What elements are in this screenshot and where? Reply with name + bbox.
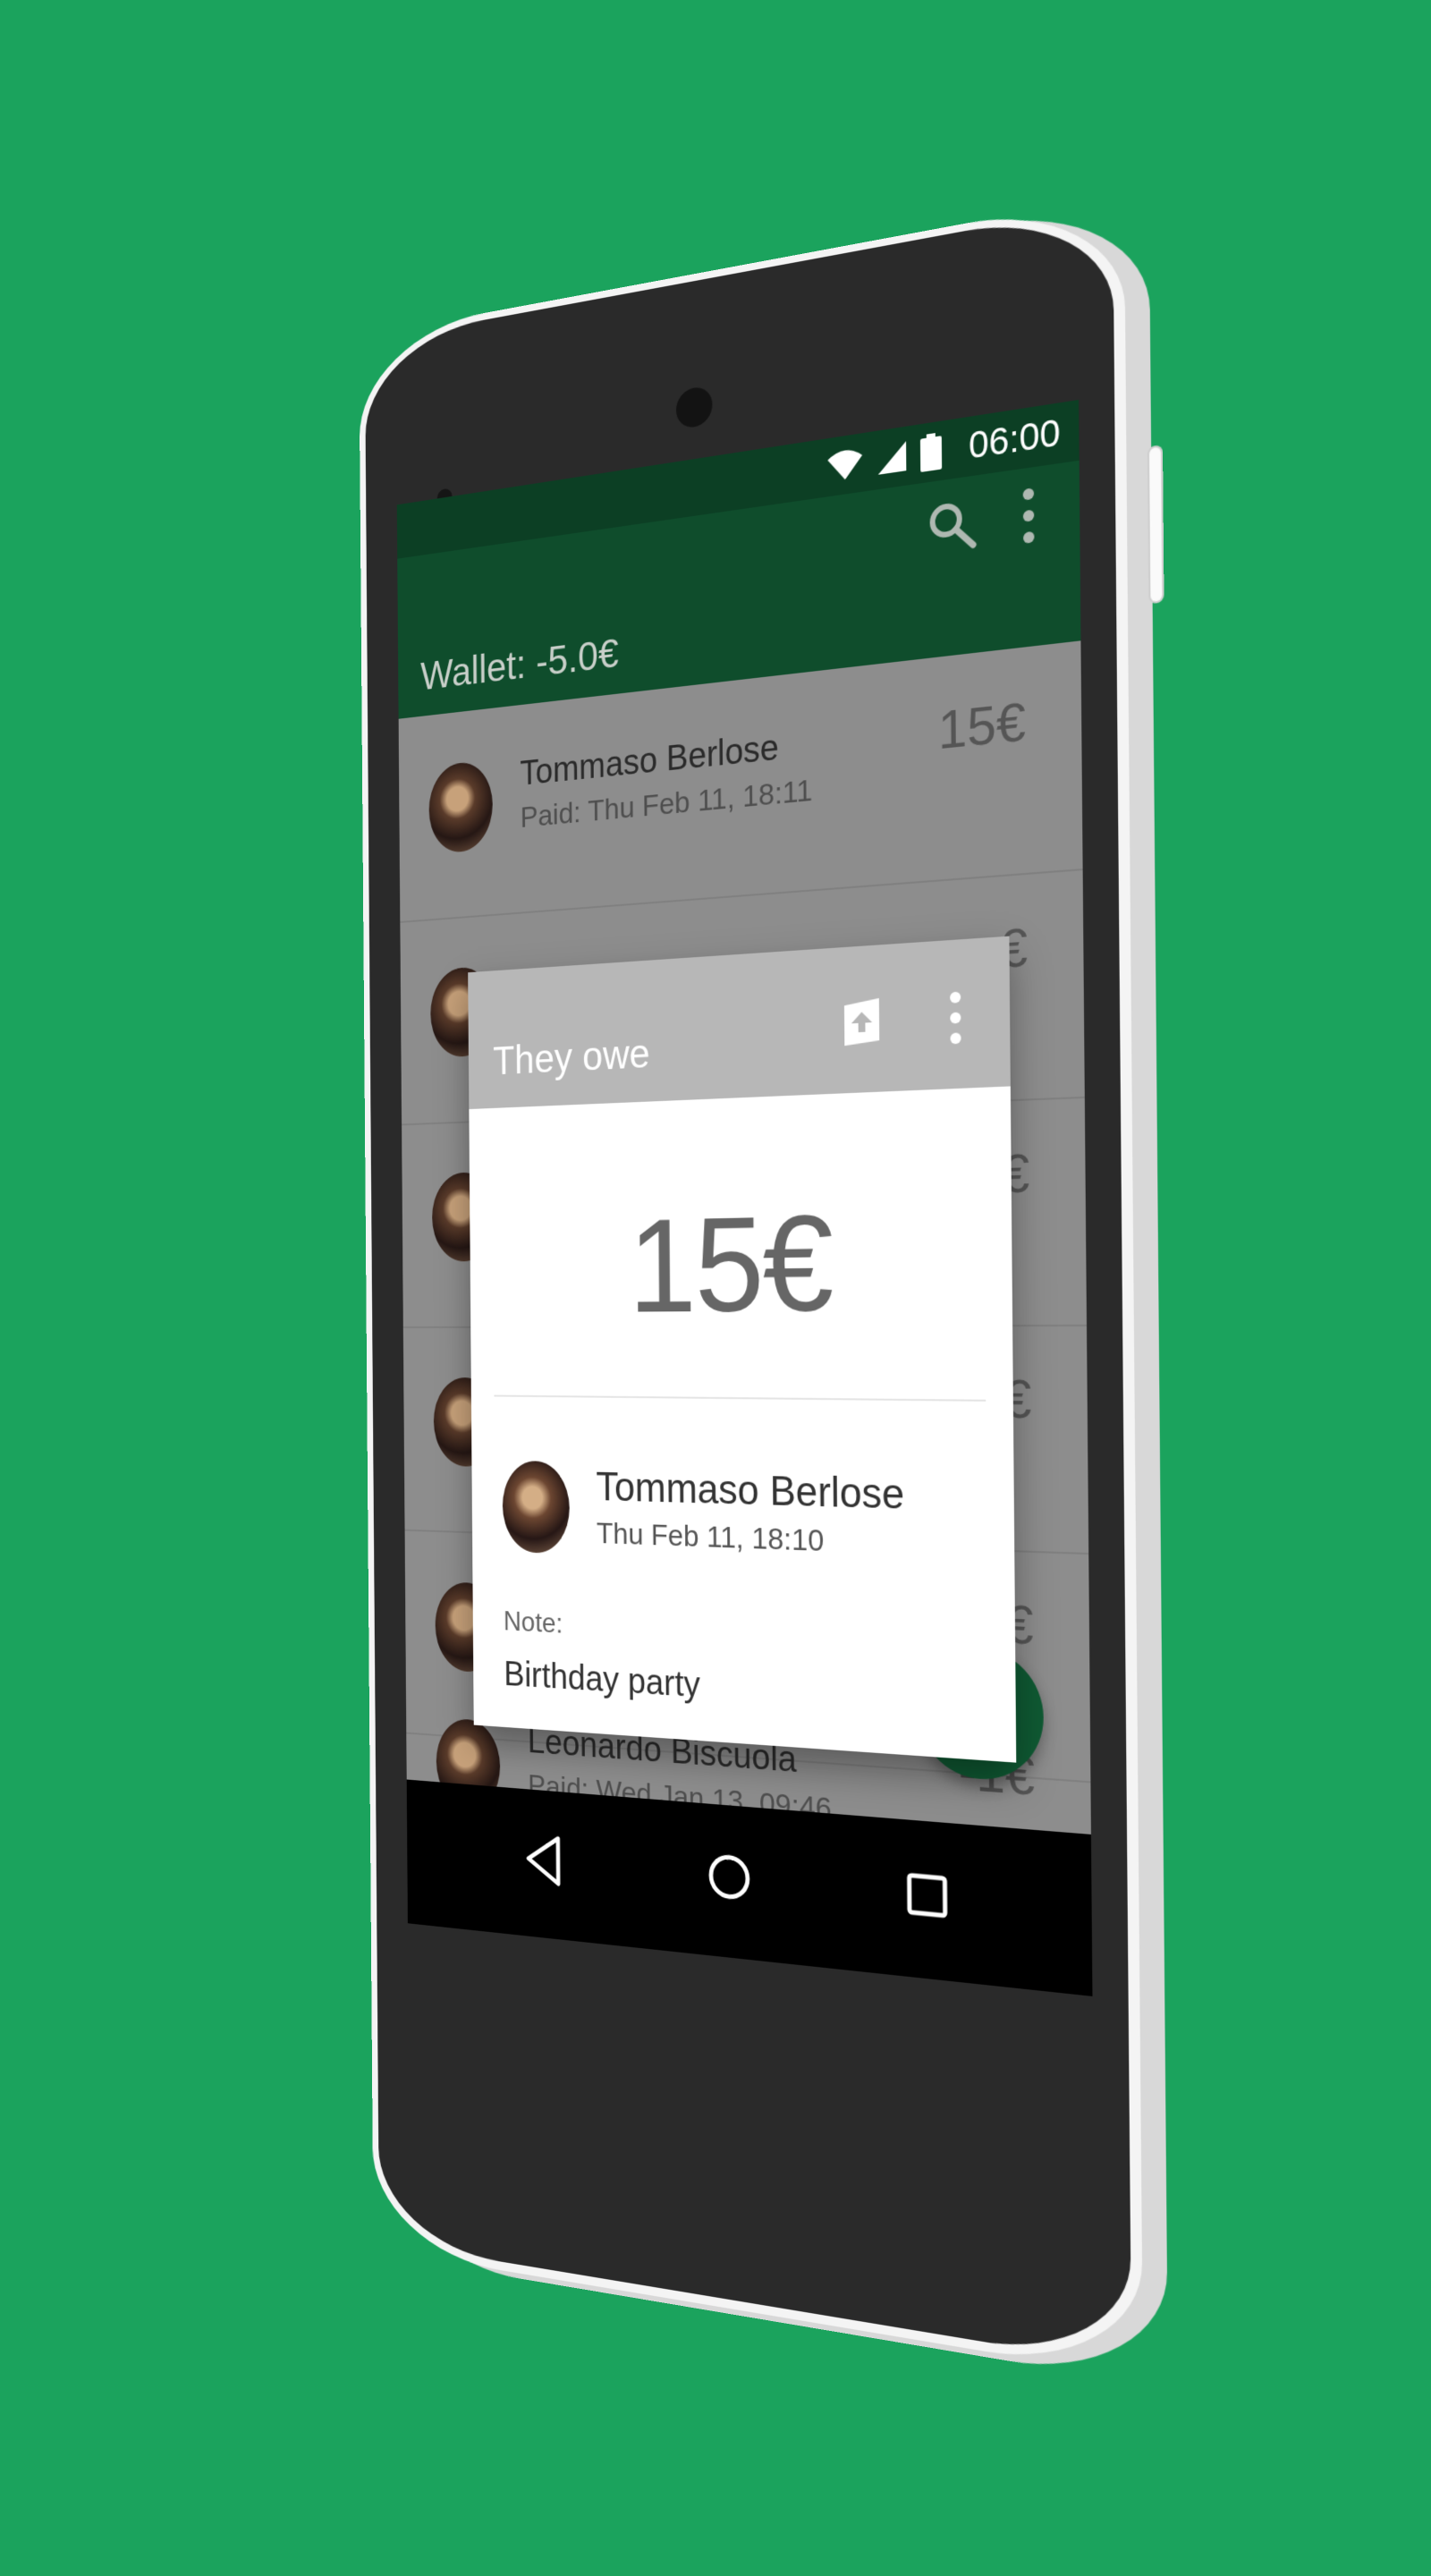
search-icon[interactable] [924, 494, 978, 556]
transaction-dialog: They owe 15€ Tommaso Berlose Thu Feb 11,… [468, 936, 1016, 1763]
divider [494, 1395, 986, 1402]
status-icons [826, 432, 942, 486]
home-icon[interactable] [696, 1838, 763, 1916]
dialog-title: They owe [493, 1030, 650, 1084]
wallet-title: Wallet: -5.0€ [420, 629, 619, 699]
note-text: Birthday party [504, 1655, 700, 1706]
backdrop: 06:00 Wallet: -5.0€ Tommaso Berlose Paid… [0, 0, 1431, 2576]
avatar [503, 1461, 571, 1555]
status-time: 06:00 [969, 412, 1061, 468]
note-label: Note: [504, 1605, 563, 1640]
list-item-amount: 15€ [938, 691, 1027, 762]
wifi-icon [826, 445, 864, 484]
more-vert-icon[interactable] [1014, 483, 1042, 549]
dialog-amount: 15€ [470, 1180, 1012, 1343]
back-icon[interactable] [512, 1823, 575, 1898]
more-vert-icon[interactable] [946, 987, 965, 1048]
phone-shell: 06:00 Wallet: -5.0€ Tommaso Berlose Paid… [359, 194, 1143, 2378]
dialog-person-date: Thu Feb 11, 18:10 [597, 1517, 825, 1560]
archive-icon[interactable] [837, 994, 886, 1047]
recents-icon[interactable] [892, 1855, 963, 1936]
phone: 06:00 Wallet: -5.0€ Tommaso Berlose Paid… [359, 194, 1143, 2378]
dialog-person-name: Tommaso Berlose [596, 1462, 904, 1519]
phone-body: 06:00 Wallet: -5.0€ Tommaso Berlose Paid… [365, 204, 1131, 2367]
avatar [428, 759, 493, 854]
battery-icon [920, 432, 942, 472]
screen: 06:00 Wallet: -5.0€ Tommaso Berlose Paid… [397, 400, 1093, 1996]
power-button [1149, 447, 1162, 602]
front-camera [676, 385, 713, 429]
signal-icon [876, 439, 909, 477]
